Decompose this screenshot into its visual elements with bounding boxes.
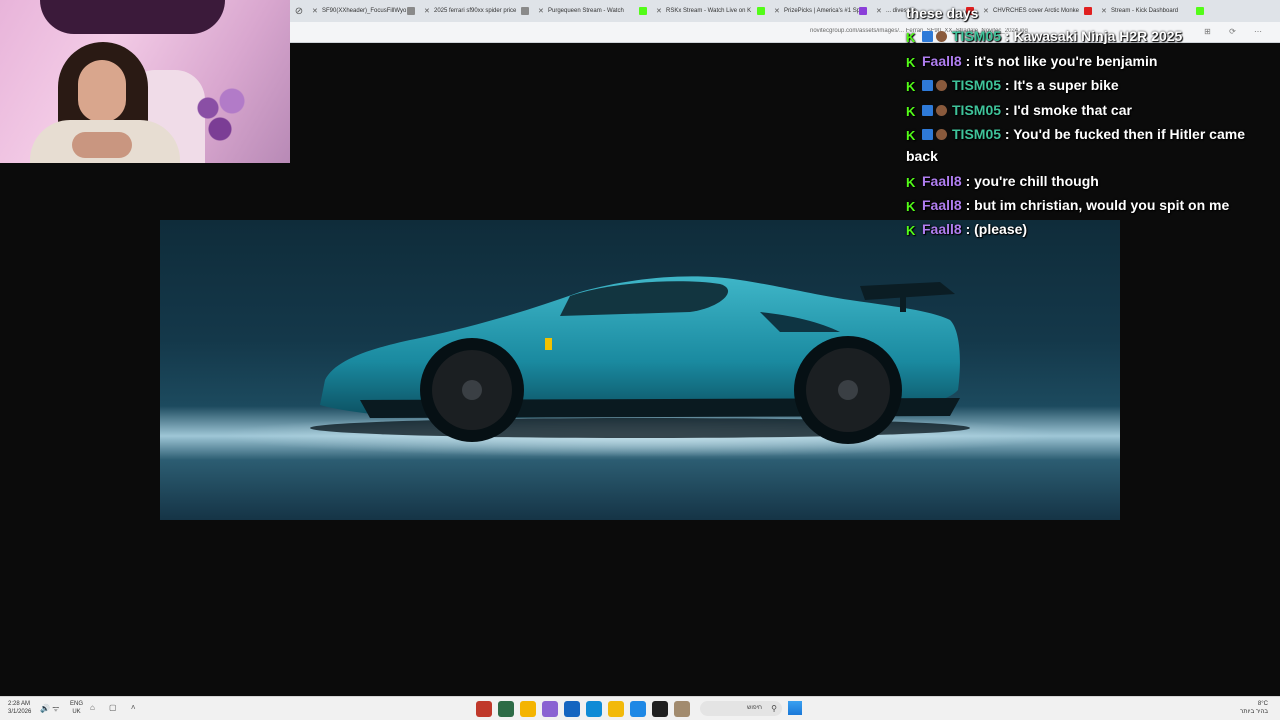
volume-network-icons[interactable]: 🔊 ᯤ [40,703,60,714]
tab-favicon-icon [521,7,529,15]
taskbar-app-icon[interactable] [564,701,580,717]
webcam-person-hands [72,132,132,158]
weather-temp: 8°C [1257,701,1268,707]
chat-message: K Faall8 : but im christian, would you sp… [906,194,1256,216]
chat-username[interactable]: TISM05 [952,126,1001,142]
chat-username[interactable]: Faall8 [922,173,962,189]
taskbar-app-icon[interactable] [630,701,646,717]
kick-badge-icon: K [906,104,916,119]
chat-text: : you're chill though [961,173,1099,189]
weather-desc: בהיר ביותר [1240,709,1268,715]
taskbar-clock[interactable]: 2:28 AM 3/1/2026 [8,700,31,716]
chat-text: : Kawasaki Ninja H2R 2025 [1001,28,1183,44]
kick-badge-icon: K [906,79,916,94]
language-indicator[interactable]: ENG UK [70,700,83,716]
taskbar-app-icon[interactable] [520,701,536,717]
streamer-webcam [0,0,290,163]
browser-tab[interactable]: ✕ PrizePicks | America's #1 Sport [770,2,870,20]
stream-chat: these days K TISM05 : Kawasaki Ninja H2R 2… [906,0,1266,250]
chat-message: K Faall8 : it's not like you're benjamin [906,50,1256,72]
tab-favicon-icon [757,7,765,15]
chat-text: : it's not like you're benjamin [961,53,1158,69]
webcam-flowers [190,80,250,150]
tab-favicon-icon [639,7,647,15]
webcam-fan-decor [40,0,225,34]
cookie-badge-icon [936,129,947,140]
cookie-badge-icon [936,80,947,91]
kick-badge-icon: K [906,175,916,190]
browser-tab[interactable]: ✕ Purgequeen Stream - Watch [534,2,650,20]
taskbar-search-box[interactable]: חיפוש ⚲ [700,701,782,716]
tab-close-icon[interactable]: ✕ [424,7,430,15]
taskbar-app-icon[interactable] [652,701,668,717]
taskbar-app-icon[interactable] [542,701,558,717]
taskbar-app-icon[interactable] [476,701,492,717]
taskbar-app-icon[interactable] [608,701,624,717]
browser-tab[interactable]: ✕ RSKx Stream - Watch Live on K [652,2,768,20]
tab-close-icon[interactable]: ✕ [876,7,882,15]
clock-time: 2:28 AM [8,701,31,707]
chat-message: K TISM05 : I'd smoke that car [906,99,1256,121]
search-icon: ⚲ [771,704,777,713]
chat-message: K TISM05 : You'd be fucked then if Hitler… [906,123,1256,167]
tab-actions-icon[interactable]: ⊘ [290,0,308,22]
cookie-badge-icon [936,105,947,116]
chat-text: : It's a super bike [1001,77,1119,93]
kick-badge-icon: K [906,128,916,143]
verified-badge-icon [922,80,933,91]
verified-badge-icon [922,31,933,42]
kick-badge-icon: K [906,199,916,214]
verified-badge-icon [922,129,933,140]
verified-badge-icon [922,105,933,116]
tab-close-icon[interactable]: ✕ [656,7,662,15]
chat-message: K Faall8 : (please) [906,218,1256,240]
chat-username[interactable]: Faall8 [922,53,962,69]
cookie-badge-icon [936,31,947,42]
taskbar-app-icon[interactable] [586,701,602,717]
kick-badge-icon: K [906,30,916,45]
chat-message: K TISM05 : It's a super bike [906,74,1256,96]
tab-label: 2025 ferrari sf90xx spider price [434,8,517,14]
taskbar-apps [476,700,696,718]
browser-tab[interactable]: ✕ SF90(XXheader)_FocusFillWyo [308,2,418,20]
tab-favicon-icon [859,7,867,15]
kick-badge-icon: K [906,223,916,238]
chat-text: these days [906,5,979,21]
system-tray-icons[interactable]: ⌂ ▢ ˄ [90,703,142,712]
tab-close-icon[interactable]: ✕ [312,7,318,15]
chat-message: K TISM05 : Kawasaki Ninja H2R 2025 [906,25,1256,47]
lang-bottom: UK [72,709,81,715]
start-menu-icon[interactable] [788,701,802,715]
chat-username[interactable]: TISM05 [952,77,1001,93]
tab-close-icon[interactable]: ✕ [774,7,780,15]
chat-message: K Faall8 : you're chill though [906,170,1256,192]
search-placeholder: חיפוש [747,705,762,711]
chat-message: these days [906,2,1256,24]
tab-label: Purgequeen Stream - Watch [548,8,624,14]
taskbar-app-icon[interactable] [674,701,690,717]
chat-username[interactable]: Faall8 [922,221,962,237]
tab-label: SF90(XXheader)_FocusFillWyo [322,8,407,14]
tab-label: RSKx Stream - Watch Live on K [666,8,752,14]
taskbar-app-icon[interactable] [498,701,514,717]
chat-text: : but im christian, would you spit on me [961,197,1230,213]
weather-widget[interactable]: 8°C בהיר ביותר [1240,700,1268,716]
clock-date: 3/1/2026 [8,709,32,715]
tab-close-icon[interactable]: ✕ [538,7,544,15]
tab-label: PrizePicks | America's #1 Sport [784,8,868,14]
ferrari-car-image [160,220,1120,520]
chat-username[interactable]: TISM05 [952,28,1001,44]
kick-badge-icon: K [906,55,916,70]
chat-username[interactable]: TISM05 [952,102,1001,118]
browser-tab[interactable]: ✕ 2025 ferrari sf90xx spider price [420,2,532,20]
chat-username[interactable]: Faall8 [922,197,962,213]
webcam-person-face [78,60,126,122]
chat-text: : I'd smoke that car [1001,102,1132,118]
tab-favicon-icon [407,7,415,15]
lang-top: ENG [70,701,84,707]
windows-taskbar: 2:28 AM 3/1/2026 🔊 ᯤ ENG UK ⌂ ▢ ˄ חיפוש … [0,696,1280,720]
chat-text: : (please) [961,221,1028,237]
